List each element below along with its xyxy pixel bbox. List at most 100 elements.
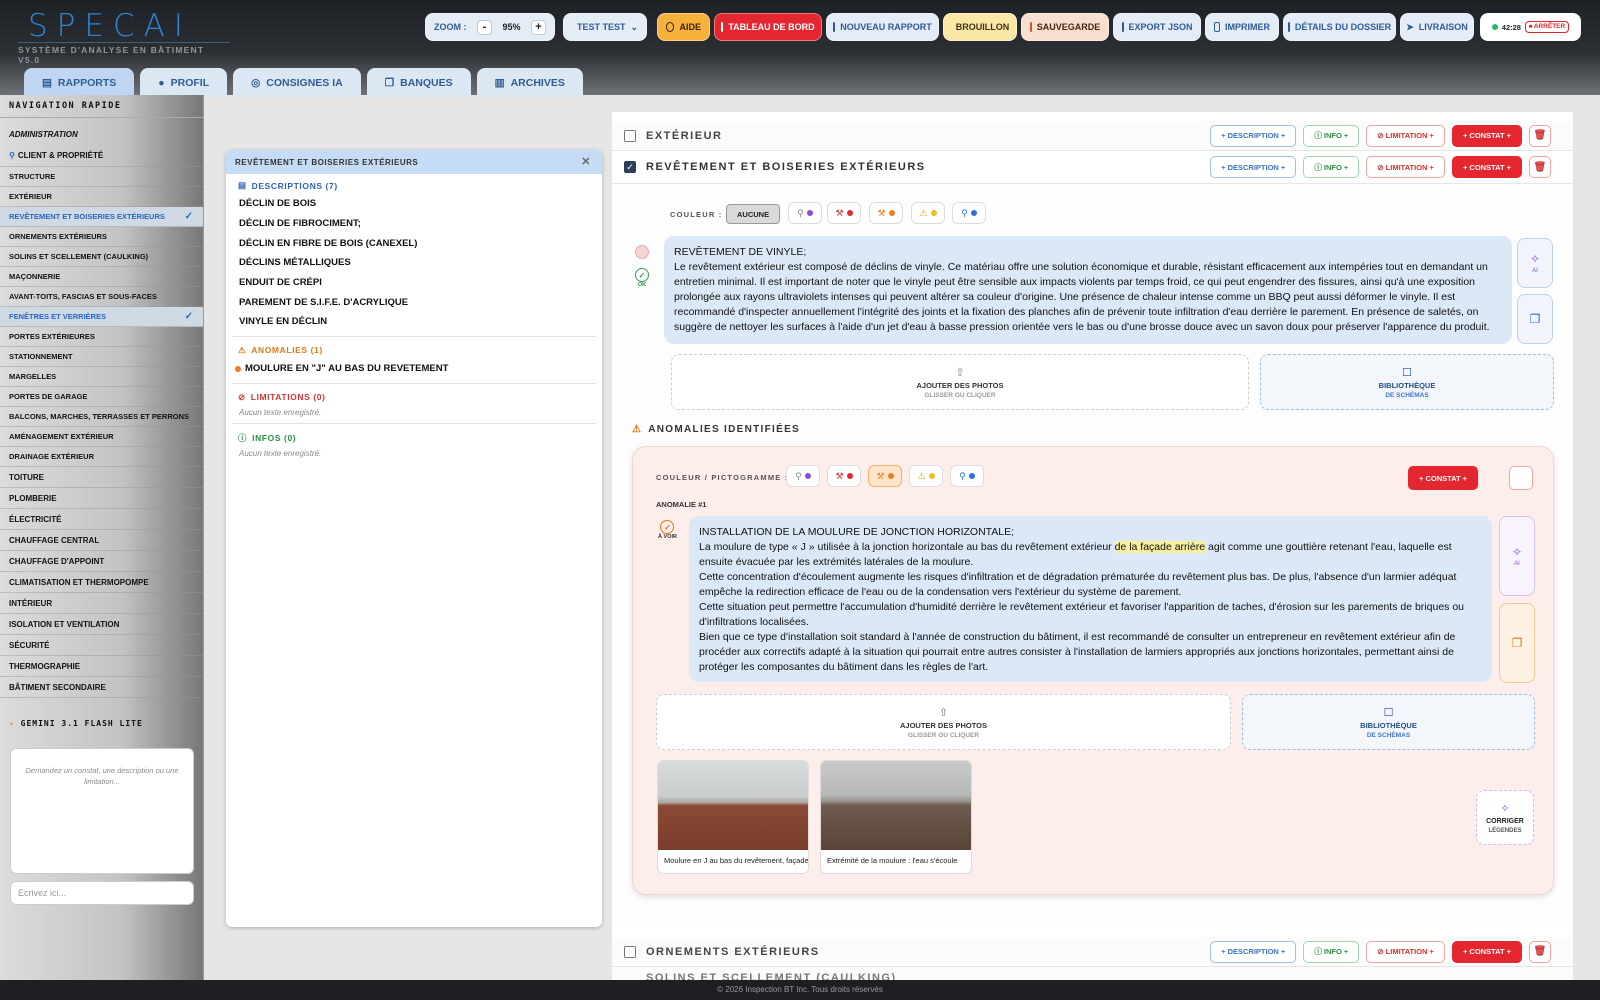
section-checkbox[interactable] — [624, 945, 636, 958]
sidebar-item-avant-toits[interactable]: AVANT-TOITS, FASCIAS ET SOUS-FACES — [0, 287, 203, 307]
pending-status-icon[interactable] — [635, 245, 649, 259]
trash-icon[interactable]: 🗑 — [1529, 940, 1551, 963]
description-item[interactable]: ENDUIT DE CRÉPI — [226, 273, 602, 293]
close-icon[interactable]: ✕ — [581, 155, 591, 168]
photo-thumbnail[interactable]: Moulure en J au bas du revêtement, façad… — [657, 760, 809, 874]
add-description-button[interactable]: + DESCRIPTION + — [1210, 156, 1297, 178]
anomaly-text-editor[interactable]: INSTALLATION DE LA MOULURE DE JONCTION H… — [689, 516, 1492, 682]
color-orange-chip-selected[interactable]: ⚒ — [868, 465, 902, 487]
save-button[interactable]: SAUVEGARDE — [1021, 13, 1109, 41]
color-purple-chip[interactable]: ⚲ — [788, 202, 822, 224]
sidebar-item-balcons[interactable]: BALCONS, MARCHES, TERRASSES ET PERRONS — [0, 407, 203, 427]
description-item[interactable]: DÉCLIN DE FIBROCIMENT; — [226, 214, 602, 234]
trash-icon[interactable]: 🗑 — [1529, 124, 1551, 147]
add-limitation-button[interactable]: ⊘ LIMITATION + — [1366, 156, 1445, 178]
add-constat-button[interactable]: + CONSTAT + — [1451, 124, 1522, 147]
color-yellow-chip[interactable]: ⚠ — [909, 465, 943, 487]
color-red-chip[interactable]: ⚒ — [827, 465, 861, 487]
sidebar-item-interieur[interactable]: INTÉRIEUR — [0, 593, 203, 614]
tab-consignes-ia[interactable]: ◎ CONSIGNES IA — [233, 68, 361, 97]
description-item[interactable]: DÉCLIN EN FIBRE DE BOIS (CANEXEL) — [226, 233, 602, 253]
color-yellow-chip[interactable]: ⚠ — [911, 202, 945, 224]
ai-prompt-area[interactable]: Demandez un constat, une description ou … — [10, 748, 194, 874]
sidebar-item-revetement[interactable]: REVÊTEMENT ET BOISERIES EXTÉRIEURS ✓ — [0, 207, 203, 227]
add-constat-button[interactable]: + CONSTAT + — [1451, 156, 1522, 178]
sidebar-item-securite[interactable]: SÉCURITÉ — [0, 635, 203, 656]
sidebar-item-isolation[interactable]: ISOLATION ET VENTILATION — [0, 614, 203, 635]
text-bank-button[interactable]: ❐ — [1517, 294, 1553, 344]
zoom-in-button[interactable]: + — [530, 19, 546, 35]
draft-button[interactable]: BROUILLON — [943, 13, 1017, 41]
text-bank-button[interactable]: ❐ — [1499, 603, 1535, 683]
sidebar-item-maconnerie[interactable]: MAÇONNERIE — [0, 267, 203, 287]
color-purple-chip[interactable]: ⚲ — [786, 465, 820, 487]
tab-profil[interactable]: ● PROFIL — [140, 68, 228, 97]
new-report-button[interactable]: NOUVEAU RAPPORT — [826, 13, 939, 41]
tab-banques[interactable]: ❐ BANQUES — [366, 68, 471, 97]
delivery-button[interactable]: ➤ LIVRAISON — [1400, 13, 1474, 41]
to-review-status[interactable]: ✓ À VOIR — [658, 520, 677, 540]
user-dropdown[interactable]: TEST TEST ⌄ — [563, 13, 647, 41]
dashboard-button[interactable]: TABLEAU DE BORD — [714, 13, 822, 41]
anomaly-item[interactable]: MOULURE EN "J" AU BAS DU REVETEMENT — [226, 359, 602, 379]
stop-button[interactable]: ⏹ ARRÊTER — [1524, 21, 1570, 33]
export-json-button[interactable]: EXPORT JSON — [1113, 13, 1201, 41]
sidebar-item-ornements[interactable]: ORNEMENTS EXTÉRIEURS — [0, 227, 203, 247]
ai-rewrite-button[interactable]: ✧ AI — [1517, 238, 1553, 288]
sidebar-item-solins[interactable]: SOLINS ET SCELLEMENT (CAULKING) — [0, 247, 203, 267]
sidebar-item-electricite[interactable]: ÉLECTRICITÉ — [0, 509, 203, 530]
add-info-button[interactable]: ⓘ INFO + — [1303, 940, 1360, 963]
add-photos-dropzone[interactable]: ⇧ AJOUTER DES PHOTOS GLISSER OU CLIQUER — [671, 354, 1249, 410]
sidebar-item-portes[interactable]: PORTES EXTÉRIEURES — [0, 327, 203, 347]
color-blue-chip[interactable]: ⚲ — [950, 465, 984, 487]
sidebar-item-fenetres[interactable]: FENÊTRES ET VERRIÈRES ✓ — [0, 307, 203, 327]
trash-icon[interactable]: 🗑 — [1529, 156, 1551, 178]
description-item[interactable]: VINYLE EN DÉCLIN — [226, 312, 602, 332]
print-button[interactable]: IMPRIMER — [1205, 13, 1279, 41]
zoom-out-button[interactable]: - — [476, 19, 492, 35]
sidebar-item-climatisation[interactable]: CLIMATISATION ET THERMOPOMPE — [0, 572, 203, 593]
trash-icon[interactable] — [1509, 466, 1533, 490]
add-limitation-button[interactable]: ⊘ LIMITATION + — [1366, 940, 1445, 963]
tab-archives[interactable]: ▥ ARCHIVES — [476, 68, 583, 97]
add-info-button[interactable]: ⓘ INFO + — [1303, 124, 1360, 147]
sidebar-item-structure[interactable]: STRUCTURE — [0, 167, 203, 187]
add-info-button[interactable]: ⓘ INFO + — [1303, 156, 1360, 178]
sidebar-item-chauffage-appoint[interactable]: CHAUFFAGE D'APPOINT — [0, 551, 203, 572]
description-item[interactable]: DÉCLINS MÉTALLIQUES — [226, 253, 602, 273]
section-checkbox-checked[interactable]: ✓ — [624, 161, 636, 173]
add-photos-dropzone[interactable]: ⇧ AJOUTER DES PHOTOS GLISSER OU CLIQUER — [656, 694, 1231, 750]
add-constat-button[interactable]: + CONSTAT + — [1451, 940, 1522, 963]
sidebar-item-batiment-secondaire[interactable]: BÂTIMENT SECONDAIRE — [0, 677, 203, 698]
add-description-button[interactable]: + DESCRIPTION + — [1210, 940, 1297, 963]
tab-rapports[interactable]: ▤ RAPPORTS — [24, 68, 135, 97]
sidebar-item-drainage[interactable]: DRAINAGE EXTÉRIEUR — [0, 447, 203, 467]
sidebar-item-garage[interactable]: PORTES DE GARAGE — [0, 387, 203, 407]
ok-status[interactable]: ✓ OK — [635, 268, 649, 288]
sidebar-item-thermographie[interactable]: THERMOGRAPHIE — [0, 656, 203, 677]
sidebar-item-amenagement[interactable]: AMÉNAGEMENT EXTÉRIEUR — [0, 427, 203, 447]
add-limitation-button[interactable]: ⊘ LIMITATION + — [1366, 124, 1445, 147]
folder-details-button[interactable]: DÉTAILS DU DOSSIER — [1283, 13, 1396, 41]
description-item[interactable]: PAREMENT DE S.I.F.E. D'ACRYLIQUE — [226, 292, 602, 312]
color-blue-chip[interactable]: ⚲ — [952, 202, 986, 224]
description-item[interactable]: DÉCLIN DE BOIS — [226, 194, 602, 214]
sidebar-item-exterieur[interactable]: EXTÉRIEUR — [0, 187, 203, 207]
add-description-button[interactable]: + DESCRIPTION + — [1210, 124, 1297, 147]
description-text-editor[interactable]: REVÊTEMENT DE VINYLE; Le revêtement exté… — [664, 236, 1512, 344]
section-checkbox[interactable] — [624, 129, 636, 142]
photo-thumbnail[interactable]: Extrémité de la moulure : l'eau s'écoule — [820, 760, 972, 874]
schema-library-button[interactable]: ☐ BIBLIOTHÈQUE DE SCHÉMAS — [1260, 354, 1554, 410]
ai-chat-input[interactable]: Ecrivez ici... — [10, 881, 194, 905]
sidebar-item-chauffage-central[interactable]: CHAUFFAGE CENTRAL — [0, 530, 203, 551]
sidebar-item-plomberie[interactable]: PLOMBERIE — [0, 488, 203, 509]
anomaly-constat-button[interactable]: + CONSTAT + — [1408, 466, 1479, 490]
fix-captions-button[interactable]: ✧ CORRIGER LÉGENDES — [1476, 790, 1534, 845]
sidebar-item-client[interactable]: ⚲ CLIENT & PROPRIÉTÉ — [0, 145, 203, 167]
sidebar-item-toiture[interactable]: TOITURE — [0, 467, 203, 488]
color-none-button[interactable]: AUCUNE — [726, 204, 781, 224]
color-orange-chip[interactable]: ⚒ — [869, 202, 903, 224]
help-button[interactable]: AIDE — [657, 13, 710, 41]
ai-rewrite-button[interactable]: ✧ AI — [1499, 516, 1535, 596]
sidebar-item-stationnement[interactable]: STATIONNEMENT — [0, 347, 203, 367]
